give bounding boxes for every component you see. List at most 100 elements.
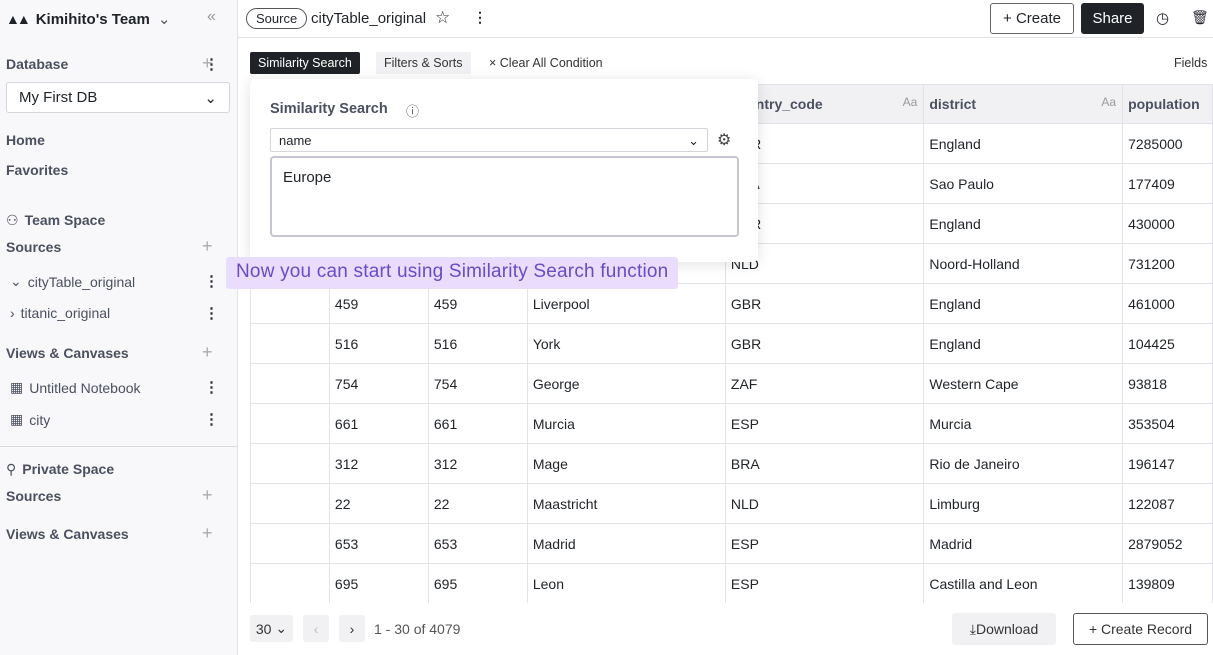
table-cell[interactable]: Noord-Holland bbox=[923, 243, 1124, 284]
table-cell[interactable] bbox=[250, 283, 330, 324]
view-more-icon[interactable]: ⋮ bbox=[204, 378, 219, 396]
table-cell[interactable]: 516 bbox=[427, 323, 528, 364]
view-more-icon[interactable]: ⋮ bbox=[204, 410, 219, 428]
database-select[interactable]: My First DB ⌄ bbox=[6, 82, 230, 113]
table-cell[interactable]: Maastricht bbox=[526, 483, 726, 524]
table-cell[interactable] bbox=[250, 363, 330, 404]
column-header[interactable]: district Aa bbox=[923, 84, 1124, 124]
table-cell[interactable]: 7285000 bbox=[1122, 123, 1213, 164]
table-cell[interactable]: GBR bbox=[724, 323, 925, 364]
table-cell[interactable]: 754 bbox=[328, 363, 429, 404]
settings-icon[interactable]: ⚙ bbox=[717, 130, 731, 150]
table-cell[interactable]: 196147 bbox=[1122, 443, 1213, 484]
table-cell[interactable]: Murcia bbox=[526, 403, 726, 444]
field-select[interactable]: name ⌄ bbox=[270, 128, 708, 152]
table-cell[interactable]: 139809 bbox=[1122, 563, 1213, 604]
table-cell[interactable] bbox=[250, 323, 330, 364]
table-row[interactable]: 661 661 Murcia ESP Murcia 353504 bbox=[250, 403, 1213, 444]
table-row[interactable]: 312 312 Mage BRA Rio de Janeiro 196147 bbox=[250, 443, 1213, 484]
table-cell[interactable]: 695 bbox=[427, 563, 528, 604]
table-cell[interactable] bbox=[250, 483, 330, 524]
collapse-sidebar-icon[interactable]: « bbox=[207, 8, 216, 26]
create-record-button[interactable]: + Create Record bbox=[1073, 613, 1208, 645]
table-cell[interactable]: York bbox=[526, 323, 726, 364]
table-cell[interactable] bbox=[250, 443, 330, 484]
table-cell[interactable]: Leon bbox=[526, 563, 726, 604]
table-cell[interactable]: Limburg bbox=[923, 483, 1124, 524]
history-icon[interactable]: ◷ bbox=[1156, 9, 1169, 27]
table-cell[interactable]: 661 bbox=[328, 403, 429, 444]
table-cell[interactable]: ZAF bbox=[724, 363, 925, 404]
table-cell[interactable] bbox=[250, 403, 330, 444]
share-button[interactable]: Share bbox=[1081, 3, 1144, 34]
table-cell[interactable]: Mage bbox=[526, 443, 726, 484]
table-cell[interactable]: Murcia bbox=[923, 403, 1124, 444]
table-row[interactable]: 754 754 George ZAF Western Cape 93818 bbox=[250, 363, 1213, 404]
table-cell[interactable]: 177409 bbox=[1122, 163, 1213, 204]
table-cell[interactable]: 2879052 bbox=[1122, 523, 1213, 564]
add-private-source-icon[interactable]: + bbox=[202, 485, 213, 506]
next-page-button[interactable]: › bbox=[339, 615, 365, 642]
table-cell[interactable]: Liverpool bbox=[526, 283, 726, 324]
table-cell[interactable] bbox=[250, 563, 330, 604]
filters-sorts-button[interactable]: Filters & Sorts bbox=[376, 52, 471, 74]
view-item[interactable]: ▦ city bbox=[10, 411, 50, 428]
table-cell[interactable]: England bbox=[923, 283, 1124, 324]
table-row[interactable]: 695 695 Leon ESP Castilla and Leon 139809 bbox=[250, 563, 1213, 604]
source-more-icon[interactable]: ⋮ bbox=[204, 304, 219, 322]
table-cell[interactable]: ESP bbox=[724, 523, 925, 564]
table-row[interactable]: 653 653 Madrid ESP Madrid 2879052 bbox=[250, 523, 1213, 564]
source-item[interactable]: ⌄ cityTable_original bbox=[10, 273, 135, 290]
star-icon[interactable]: ☆ bbox=[435, 8, 450, 28]
column-header[interactable]: population bbox=[1122, 84, 1213, 124]
page-size-select[interactable]: 30 ⌄ bbox=[250, 615, 293, 642]
source-more-icon[interactable]: ⋮ bbox=[204, 272, 219, 290]
table-cell[interactable]: England bbox=[923, 123, 1124, 164]
table-cell[interactable]: 312 bbox=[328, 443, 429, 484]
table-cell[interactable]: Western Cape bbox=[923, 363, 1124, 404]
table-cell[interactable] bbox=[250, 523, 330, 564]
table-cell[interactable]: 459 bbox=[427, 283, 528, 324]
view-item[interactable]: ▦ Untitled Notebook bbox=[10, 379, 141, 396]
table-row[interactable]: 516 516 York GBR England 104425 bbox=[250, 323, 1213, 364]
table-cell[interactable]: England bbox=[923, 323, 1124, 364]
table-cell[interactable]: Madrid bbox=[923, 523, 1124, 564]
more-icon[interactable]: ⋮ bbox=[473, 9, 487, 26]
similarity-search-button[interactable]: Similarity Search bbox=[250, 52, 360, 74]
table-cell[interactable]: 461000 bbox=[1122, 283, 1213, 324]
prev-page-button[interactable]: ‹ bbox=[303, 615, 329, 642]
table-cell[interactable]: 104425 bbox=[1122, 323, 1213, 364]
help-icon[interactable]: ⓘ bbox=[406, 101, 419, 120]
add-view-icon[interactable]: + bbox=[202, 342, 213, 363]
query-textarea[interactable]: Europe bbox=[270, 156, 739, 237]
table-cell[interactable]: George bbox=[526, 363, 726, 404]
table-cell[interactable]: 430000 bbox=[1122, 203, 1213, 244]
table-cell[interactable]: 353504 bbox=[1122, 403, 1213, 444]
add-private-view-icon[interactable]: + bbox=[202, 523, 213, 544]
nav-favorites[interactable]: Favorites bbox=[6, 162, 68, 178]
table-row[interactable]: 459 459 Liverpool GBR England 461000 bbox=[250, 283, 1213, 324]
table-cell[interactable]: 93818 bbox=[1122, 363, 1213, 404]
table-cell[interactable]: 731200 bbox=[1122, 243, 1213, 284]
team-switcher[interactable]: ▲▲ Kimihito's Team ⌄ bbox=[6, 8, 170, 30]
table-row[interactable]: 22 22 Maastricht NLD Limburg 122087 bbox=[250, 483, 1213, 524]
table-cell[interactable]: Sao Paulo bbox=[923, 163, 1124, 204]
table-cell[interactable]: 459 bbox=[328, 283, 429, 324]
table-cell[interactable]: 22 bbox=[328, 483, 429, 524]
download-button[interactable]: ⤓ Download bbox=[952, 613, 1056, 645]
create-button[interactable]: + Create bbox=[990, 3, 1074, 34]
table-cell[interactable]: 516 bbox=[328, 323, 429, 364]
table-cell[interactable]: 695 bbox=[328, 563, 429, 604]
table-cell[interactable]: Rio de Janeiro bbox=[923, 443, 1124, 484]
table-cell[interactable]: NLD bbox=[724, 483, 925, 524]
table-cell[interactable]: GBR bbox=[724, 283, 925, 324]
nav-home[interactable]: Home bbox=[6, 132, 45, 148]
table-cell[interactable]: 754 bbox=[427, 363, 528, 404]
trash-icon[interactable]: 🗑 bbox=[1191, 9, 1209, 26]
table-cell[interactable]: 661 bbox=[427, 403, 528, 444]
table-cell[interactable]: Castilla and Leon bbox=[923, 563, 1124, 604]
add-source-icon[interactable]: + bbox=[202, 236, 213, 257]
add-database-icon[interactable]: + bbox=[202, 53, 213, 74]
table-cell[interactable]: ESP bbox=[724, 563, 925, 604]
table-cell[interactable]: Madrid bbox=[526, 523, 726, 564]
